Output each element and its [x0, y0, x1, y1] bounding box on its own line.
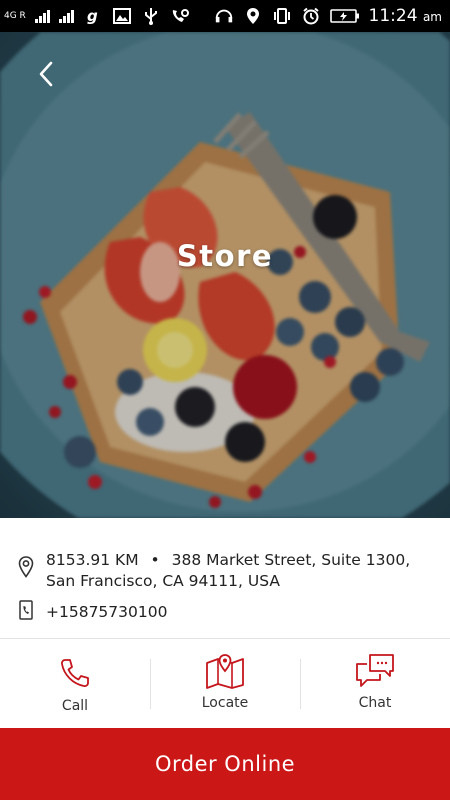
- svg-text:g: g: [87, 7, 98, 25]
- store-title: Store: [176, 239, 274, 273]
- signal-2-icon: [58, 9, 74, 23]
- street-address: 388 Market Street, Suite 1300,: [171, 551, 411, 569]
- address-line-1: 8153.91 KM • 388 Market Street, Suite 13…: [46, 550, 410, 571]
- action-bar: Call Locate Chat: [0, 639, 450, 728]
- chat-bubbles-icon: [354, 639, 396, 689]
- location-pin-icon: [18, 550, 46, 592]
- map-pin-icon: [205, 639, 245, 689]
- signal-icon: [34, 9, 50, 23]
- vibrate-icon: [272, 7, 292, 25]
- store-hero-image: Store: [0, 32, 450, 518]
- hero-shade: [0, 32, 450, 518]
- usb-icon: [141, 7, 161, 25]
- back-chevron-icon: [39, 61, 53, 87]
- headset-hifi-icon: [214, 7, 234, 25]
- address-line-2: San Francisco, CA 94111, USA: [46, 572, 280, 590]
- call-button[interactable]: Call: [0, 639, 150, 728]
- status-right: 11:24 am: [214, 6, 442, 26]
- phone-row[interactable]: +15875730100: [18, 600, 436, 624]
- phone-book-icon: [18, 600, 46, 624]
- g-app-icon: g: [83, 7, 103, 25]
- status-left: 4G R g: [4, 7, 190, 25]
- battery-icon: [329, 7, 360, 25]
- distance: 8153.91 KM: [46, 551, 139, 569]
- status-bar: 4G R g 11:24 am: [0, 0, 450, 32]
- call-settings-icon: [170, 7, 190, 25]
- separator-dot: •: [150, 551, 160, 569]
- network-type-label: 4G R: [4, 10, 26, 21]
- back-button[interactable]: [26, 54, 66, 94]
- address-text: 8153.91 KM • 388 Market Street, Suite 13…: [46, 550, 410, 592]
- alarm-icon: [301, 7, 321, 25]
- chat-label: Chat: [358, 695, 392, 711]
- locate-label: Locate: [201, 695, 249, 711]
- image-icon: [112, 7, 132, 25]
- call-label: Call: [61, 698, 89, 714]
- clock-ampm: am: [422, 10, 442, 24]
- clock: 11:24 am: [369, 6, 442, 26]
- locate-button[interactable]: Locate: [150, 639, 300, 728]
- phone-icon: [59, 639, 91, 689]
- store-info: 8153.91 KM • 388 Market Street, Suite 13…: [0, 518, 450, 639]
- location-status-icon: [243, 7, 263, 25]
- order-online-button[interactable]: Order Online: [0, 728, 450, 800]
- phone-number: +15875730100: [46, 603, 168, 621]
- address-row[interactable]: 8153.91 KM • 388 Market Street, Suite 13…: [18, 550, 436, 592]
- chat-button[interactable]: Chat: [300, 639, 450, 728]
- clock-time: 11:24: [368, 6, 418, 26]
